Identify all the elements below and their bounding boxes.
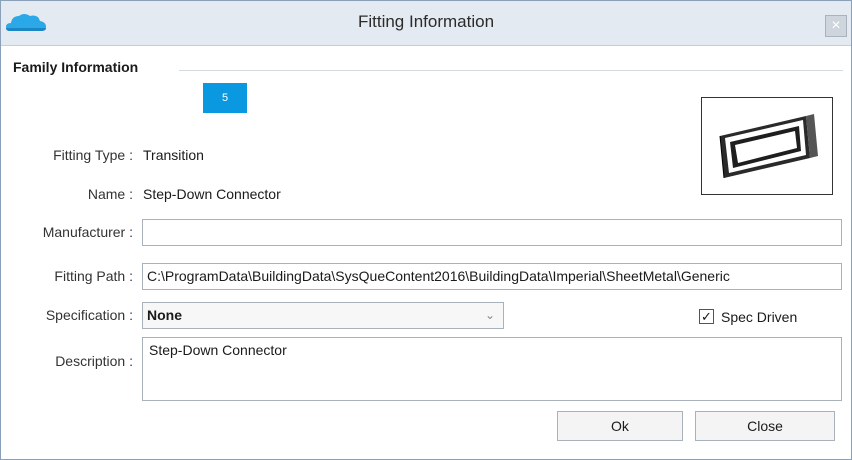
group-divider: [179, 70, 843, 71]
fitting-information-dialog: Fitting Information × Family Information…: [0, 0, 852, 460]
family-information-group: Family Information 5 Fitting Type : Tran…: [9, 59, 843, 453]
spec-driven-checkbox[interactable]: ✓: [699, 309, 714, 324]
chevron-down-icon: ⌄: [484, 308, 495, 322]
specification-value: None: [147, 307, 182, 323]
fitting-type-value: Transition: [143, 147, 204, 163]
name-value: Step-Down Connector: [143, 186, 281, 202]
fitting-path-label: Fitting Path :: [54, 268, 133, 284]
transition-fitting-icon: [719, 114, 818, 179]
description-textarea[interactable]: Step-Down Connector: [142, 337, 842, 401]
ok-button[interactable]: Ok: [557, 411, 683, 441]
window-title: Fitting Information: [357, 12, 495, 31]
checkmark-icon: ✓: [701, 309, 712, 324]
number-badge: 5: [203, 83, 247, 113]
fitting-type-label: Fitting Type :: [53, 147, 133, 163]
manufacturer-label: Manufacturer :: [42, 224, 133, 240]
specification-label: Specification :: [45, 307, 133, 323]
spec-driven-label[interactable]: Spec Driven: [721, 309, 797, 325]
manufacturer-input[interactable]: [142, 219, 842, 246]
description-label: Description :: [55, 353, 133, 369]
title-bar[interactable]: Fitting Information ×: [1, 1, 851, 46]
close-button[interactable]: Close: [695, 411, 835, 441]
fitting-path-input[interactable]: C:\ProgramData\BuildingData\SysQueConten…: [142, 263, 842, 290]
group-title: Family Information: [13, 59, 143, 75]
close-window-button[interactable]: ×: [825, 15, 847, 37]
close-icon: ×: [831, 17, 841, 34]
name-label: Name :: [87, 186, 133, 202]
specification-dropdown[interactable]: None ⌄: [142, 302, 504, 329]
fitting-preview-image: [701, 97, 833, 195]
